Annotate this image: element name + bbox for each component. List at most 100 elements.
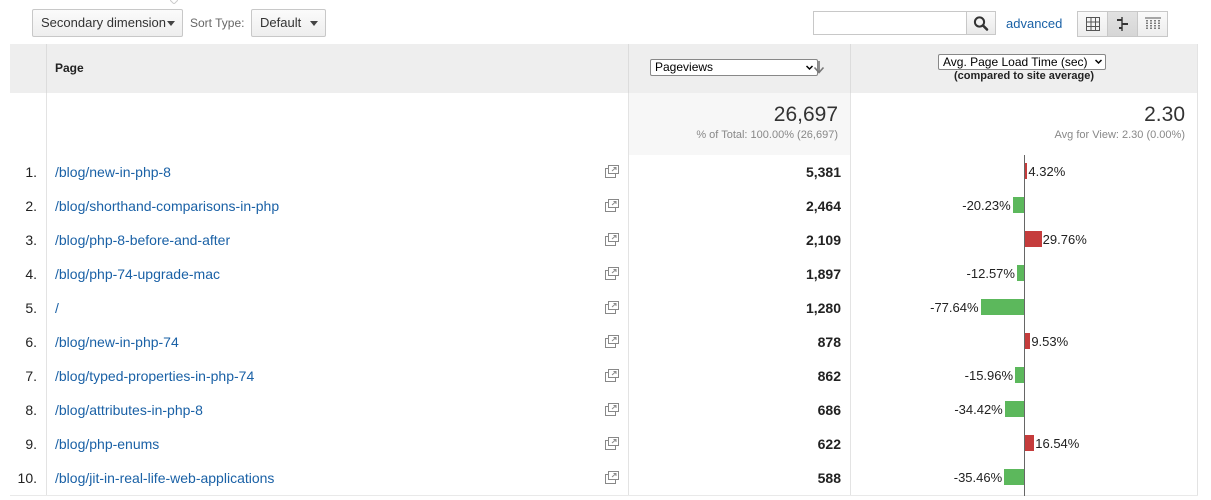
comparison-view-icon [1116, 17, 1128, 31]
open-in-new-window-icon[interactable] [605, 403, 619, 416]
open-in-new-window-icon[interactable] [605, 301, 619, 314]
search-input[interactable] [813, 11, 966, 35]
page-path-link[interactable]: /blog/shorthand-comparisons-in-php [55, 198, 279, 214]
row-index: 6. [25, 334, 37, 350]
page-path-link[interactable]: /blog/attributes-in-php-8 [55, 402, 203, 418]
row-index-cell: 3. [10, 223, 46, 257]
page-path-link[interactable]: /blog/php-8-before-and-after [55, 232, 230, 248]
pageviews-cell: 588 [628, 461, 850, 495]
view-switcher [1077, 11, 1168, 37]
table-toolbar: Secondary dimension Sort Type: Default a… [0, 0, 1211, 44]
table-row: 2. /blog/shorthand-comparisons-in-php 2,… [10, 189, 1198, 224]
pageviews-cell: 5,381 [628, 155, 850, 189]
totals-load-cell: 2.30 Avg for View: 2.30 (0.00%) [850, 93, 1198, 155]
row-index-cell: 1. [10, 155, 46, 189]
open-in-new-window-icon[interactable] [605, 471, 619, 484]
advanced-filter-link[interactable]: advanced [1006, 11, 1062, 37]
page-path-link[interactable]: /blog/new-in-php-8 [55, 164, 171, 180]
comparison-axis [1024, 393, 1025, 428]
term-cloud-view-button[interactable] [1137, 11, 1168, 37]
page-cell: /blog/attributes-in-php-8 [46, 393, 628, 427]
open-in-new-window-icon[interactable] [605, 335, 619, 348]
table-row: 10. /blog/jit-in-real-life-web-applicati… [10, 461, 1198, 496]
page-cell: /blog/php-8-before-and-after [46, 223, 628, 257]
table-header: Page Pageviews Avg. Page Load Time (sec) [10, 44, 1198, 93]
comparison-cell: 16.54% [850, 427, 1198, 462]
pageviews-cell: 2,109 [628, 223, 850, 257]
comparison-percent: -77.64% [930, 300, 979, 315]
row-index-cell: 5. [10, 291, 46, 325]
page-path-link[interactable]: / [55, 300, 59, 316]
above-average-bar [1025, 333, 1031, 349]
table-row: 3. /blog/php-8-before-and-after 2,109 29… [10, 223, 1198, 258]
row-index-cell: 8. [10, 393, 46, 427]
sort-descending-icon[interactable] [812, 59, 826, 75]
page-cell: /blog/new-in-php-8 [46, 155, 628, 189]
open-in-new-window-icon[interactable] [605, 369, 619, 382]
row-index-cell: 2. [10, 189, 46, 223]
row-index: 10. [17, 470, 37, 486]
comparison-cell: -20.23% [850, 189, 1198, 224]
comparison-cell: 29.76% [850, 223, 1198, 258]
above-average-bar [1025, 163, 1028, 179]
page-path-link[interactable]: /blog/php-enums [55, 436, 159, 452]
tooltip-pointer-icon [170, 0, 178, 4]
pageviews-value: 588 [817, 470, 841, 486]
pageviews-value: 5,381 [805, 164, 841, 180]
table-row: 4. /blog/php-74-upgrade-mac 1,897 -12.57… [10, 257, 1198, 292]
chevron-down-icon [310, 21, 318, 26]
pageviews-cell: 1,280 [628, 291, 850, 325]
table-row: 7. /blog/typed-properties-in-php-74 862 … [10, 359, 1198, 394]
below-average-bar [1004, 469, 1024, 485]
comparison-column-header: Avg. Page Load Time (sec) (compared to s… [850, 44, 1198, 93]
row-index-cell: 10. [10, 461, 46, 495]
page-path-link[interactable]: /blog/typed-properties-in-php-74 [55, 368, 254, 384]
row-index: 4. [25, 266, 37, 282]
comparison-cell: 9.53% [850, 325, 1198, 360]
sort-type-value: Default [260, 15, 302, 30]
search-button[interactable] [966, 11, 996, 35]
comparison-percent: 9.53% [1031, 334, 1069, 349]
page-cell: / [46, 291, 628, 325]
table-row: 5. / 1,280 -77.64% [10, 291, 1198, 326]
page-column-header[interactable]: Page [46, 44, 628, 93]
page-path-link[interactable]: /blog/php-74-upgrade-mac [55, 266, 220, 282]
above-average-bar [1025, 231, 1042, 247]
page-cell: /blog/typed-properties-in-php-74 [46, 359, 628, 393]
table-row: 8. /blog/attributes-in-php-8 686 -34.42% [10, 393, 1198, 428]
metric-select[interactable]: Pageviews [650, 59, 818, 76]
open-in-new-window-icon[interactable] [605, 199, 619, 212]
open-in-new-window-icon[interactable] [605, 437, 619, 450]
open-in-new-window-icon[interactable] [605, 267, 619, 280]
pageviews-cell: 622 [628, 427, 850, 461]
pageviews-value: 1,897 [805, 266, 841, 282]
comparison-cell: -15.96% [850, 359, 1198, 394]
pageviews-value: 622 [817, 436, 841, 452]
secondary-dimension-dropdown[interactable]: Secondary dimension [32, 9, 183, 37]
page-cell: /blog/jit-in-real-life-web-applications [46, 461, 628, 495]
page-column-title: Page [55, 61, 84, 75]
data-table-view-button[interactable] [1077, 11, 1108, 37]
comparison-percent: 16.54% [1035, 436, 1080, 451]
row-index-cell: 9. [10, 427, 46, 461]
page-cell: /blog/php-enums [46, 427, 628, 461]
avg-for-view-note: Avg for View: 2.30 (0.00%) [1054, 129, 1185, 141]
sort-type-dropdown[interactable]: Default [251, 9, 326, 37]
totals-page-cell [46, 93, 628, 155]
row-index: 7. [25, 368, 37, 384]
open-in-new-window-icon[interactable] [605, 165, 619, 178]
index-header [10, 44, 46, 93]
comparison-view-button[interactable] [1107, 11, 1138, 37]
page-path-link[interactable]: /blog/new-in-php-74 [55, 334, 179, 350]
page-cell: /blog/shorthand-comparisons-in-php [46, 189, 628, 223]
totals-index-cell [10, 93, 46, 155]
comparison-metric-select[interactable]: Avg. Page Load Time (sec) [938, 54, 1106, 70]
sort-type-label: Sort Type: [190, 16, 245, 30]
pageviews-cell: 686 [628, 393, 850, 427]
total-pageviews-share: % of Total: 100.00% (26,697) [696, 129, 838, 141]
page-path-link[interactable]: /blog/jit-in-real-life-web-applications [55, 470, 274, 486]
table-row: 1. /blog/new-in-php-8 5,381 4.32% [10, 155, 1198, 190]
open-in-new-window-icon[interactable] [605, 233, 619, 246]
comparison-percent: -35.46% [953, 470, 1003, 485]
total-avg-load-time: 2.30 [1144, 103, 1185, 126]
